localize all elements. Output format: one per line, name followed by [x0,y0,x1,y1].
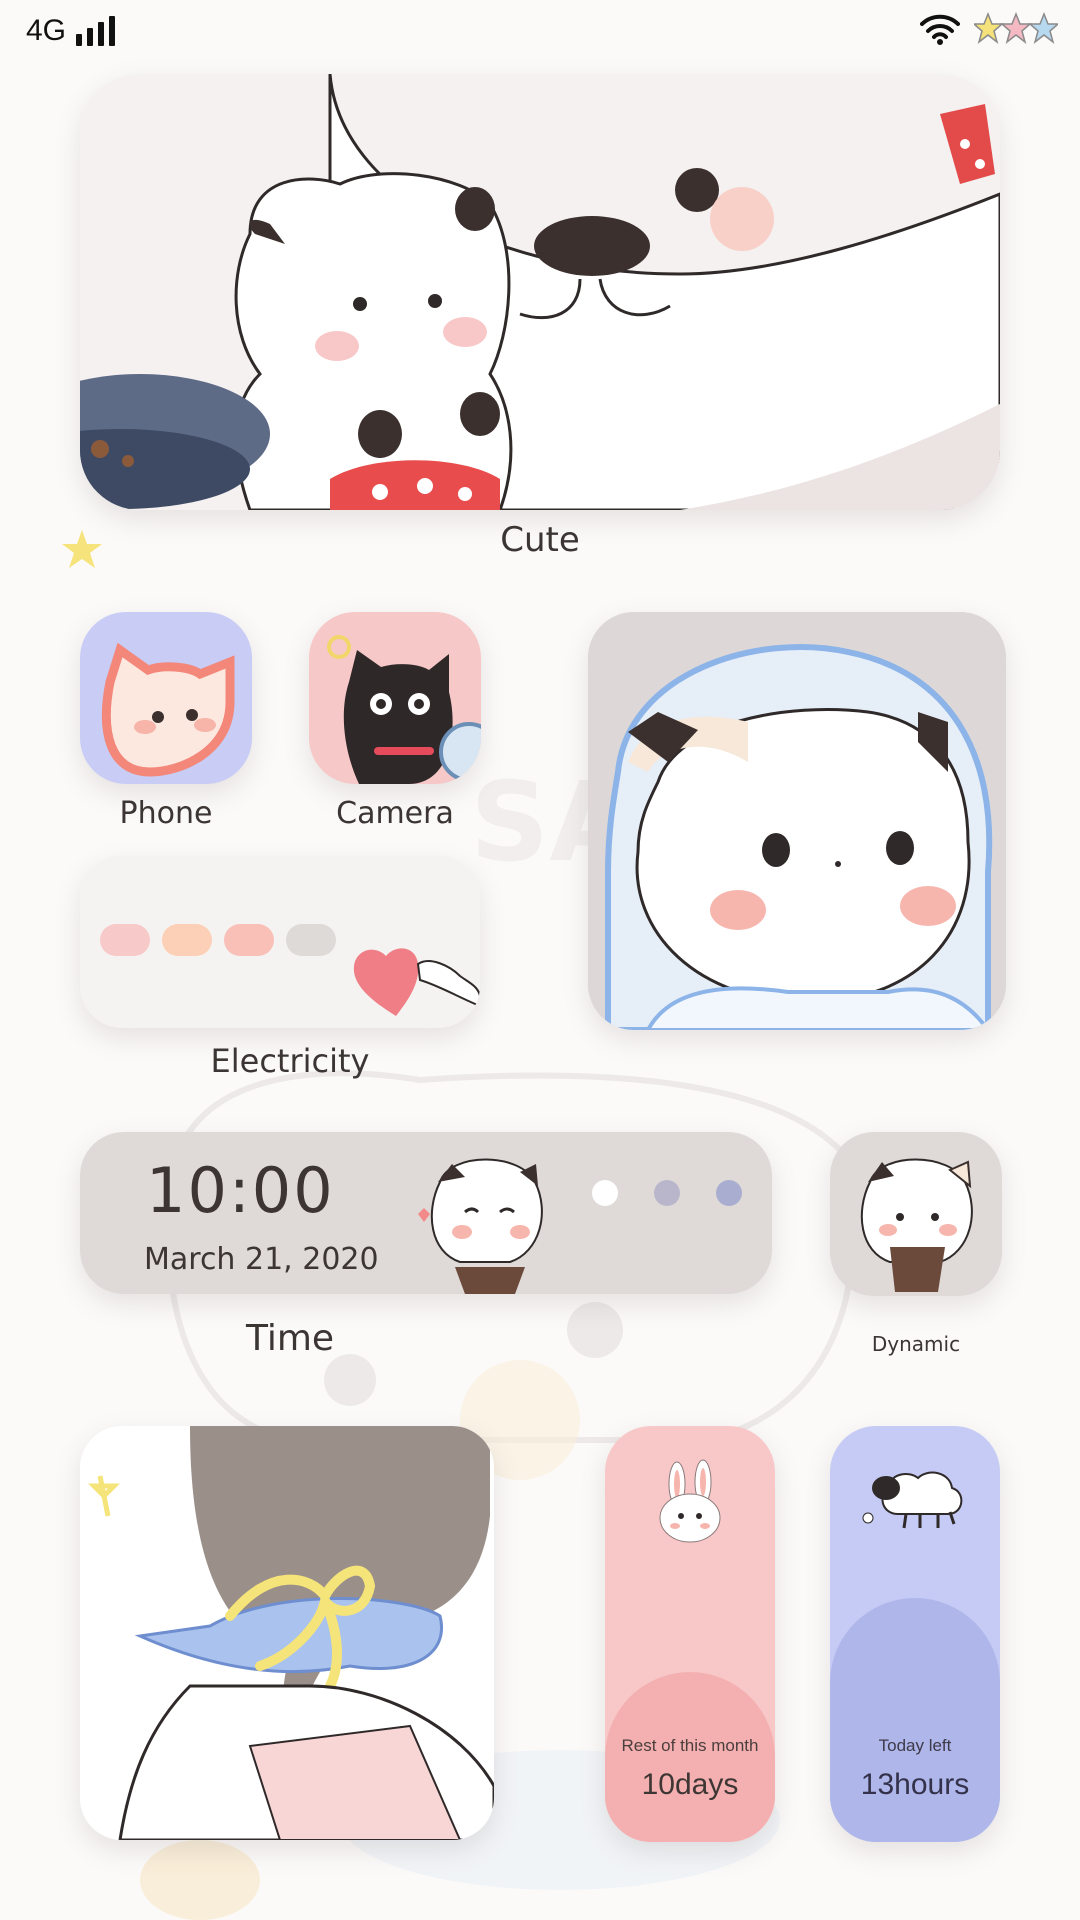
status-bar-network: 4G [26,14,116,48]
month-value: 10days [641,1768,739,1801]
time-dot-1 [592,1180,618,1206]
girl-illustration [80,1426,494,1840]
time-label: Time [245,1318,335,1359]
electricity-dot-3 [224,924,274,956]
dog-and-cat-illustration [80,74,1000,510]
phone-label: Phone [119,796,213,831]
wifi-icon [920,14,960,45]
today-caption: Today left [878,1736,952,1755]
cat-with-bag-illustration [860,1158,973,1292]
camera-label: Camera [336,796,454,831]
date-text: March 21, 2020 [144,1242,379,1277]
yellow-star-icon [62,530,102,568]
camera-app-icon[interactable] [309,612,481,784]
clock-text: 10:00 [146,1154,335,1227]
network-type: 4G [26,14,67,47]
electricity-dot-2 [162,924,212,956]
today-value: 13hours [860,1768,970,1801]
time-dot-3 [716,1180,742,1206]
electricity-dot-4 [286,924,336,956]
cat-raincoat-widget[interactable] [588,612,1006,1030]
status-bar-right [920,12,1058,46]
cat-face-icon [101,642,235,777]
month-countdown-widget[interactable]: Rest of this month 10days [605,1426,775,1842]
month-fill [605,1672,775,1842]
cat-raincoat-illustration [588,612,1006,1030]
cute-widget[interactable] [80,74,1000,510]
bunny-icon [659,1459,721,1543]
sheep-icon [862,1471,963,1529]
electricity-dot-1 [100,924,150,956]
stars-icon [974,12,1058,44]
dynamic-widget[interactable] [830,1132,1002,1296]
dynamic-label: Dynamic [871,1332,961,1356]
today-countdown-widget[interactable]: Today left 13hours [830,1426,1000,1842]
electricity-widget[interactable] [80,856,480,1028]
electricity-label: Electricity [210,1042,370,1080]
phone-app-icon[interactable] [80,612,252,784]
month-caption: Rest of this month [621,1736,759,1755]
today-fill [830,1598,1000,1842]
heart-hand-icon [353,948,480,1016]
girl-photo-widget[interactable] [80,1426,494,1840]
time-dot-2 [654,1180,680,1206]
time-widget[interactable]: 10:00 March 21, 2020 [80,1132,772,1294]
black-cat-icon [327,635,481,784]
signal-bars-icon [76,16,116,46]
cat-eating-illustration [418,1158,543,1294]
cute-label: Cute [500,520,580,560]
